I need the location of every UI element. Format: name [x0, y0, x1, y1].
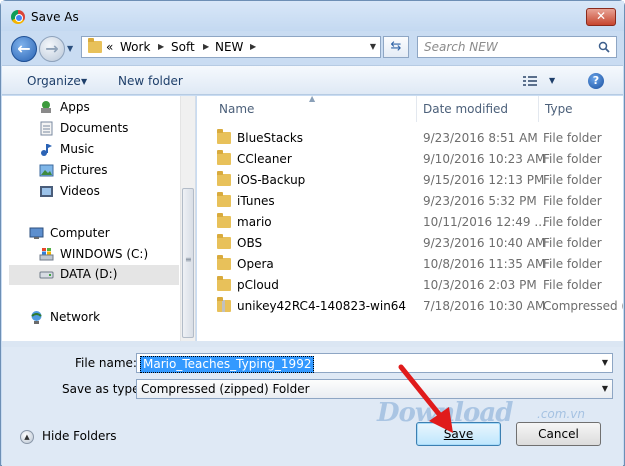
nav-scrollbar[interactable]: ≡	[180, 96, 195, 341]
nav-item-documents[interactable]: Documents	[39, 119, 179, 139]
chevron-up-icon: ▲	[20, 430, 34, 444]
window-title: Save As	[31, 10, 79, 24]
view-options-icon[interactable]	[523, 75, 537, 87]
nav-item-music[interactable]: Music	[39, 140, 179, 160]
documents-icon	[40, 121, 53, 136]
scrollbar-thumb[interactable]: ≡	[182, 188, 194, 338]
file-row[interactable]: pCloud 10/3/2016 2:03 PM File folder	[213, 275, 623, 296]
nav-item-windows-c[interactable]: WINDOWS (C:)	[39, 245, 179, 265]
new-folder-button[interactable]: New folder	[118, 74, 183, 88]
chevron-right-icon[interactable]: ▶	[250, 42, 256, 51]
windows-drive-icon	[39, 248, 54, 261]
forward-button[interactable]: →	[39, 36, 65, 62]
nav-item-apps[interactable]: Apps	[39, 98, 179, 118]
breadcrumb-new[interactable]: NEW	[215, 40, 243, 54]
nav-item-videos[interactable]: Videos	[39, 182, 179, 202]
watermark-domain: .com.vn	[537, 407, 585, 421]
chevron-down-icon[interactable]: ▼	[602, 358, 608, 367]
file-row[interactable]: BlueStacks 9/23/2016 8:51 AM File folder	[213, 128, 623, 149]
breadcrumb-work[interactable]: Work	[120, 40, 150, 54]
close-button[interactable]: ✕	[586, 8, 616, 26]
column-header-type[interactable]: Type	[539, 96, 623, 122]
videos-icon	[40, 186, 53, 197]
file-row[interactable]: CCleaner 9/10/2016 10:23 AM File folder	[213, 149, 623, 170]
search-icon[interactable]	[598, 41, 610, 53]
breadcrumb-soft[interactable]: Soft	[171, 40, 195, 54]
navigation-pane: Apps Documents Music Pictures Videos Com…	[2, 96, 196, 341]
help-icon[interactable]: ?	[588, 73, 604, 89]
red-arrow-annotation	[398, 364, 453, 433]
chrome-app-icon	[11, 10, 25, 24]
file-row[interactable]: iOS-Backup 9/15/2016 12:13 PM File folde…	[213, 170, 623, 191]
chevron-down-icon[interactable]: ▼	[81, 77, 87, 86]
command-toolbar: Organize ▼ New folder ▼ ?	[2, 65, 623, 95]
search-input[interactable]: Search NEW	[417, 36, 617, 58]
folder-icon	[217, 192, 231, 207]
save-type-select[interactable]: Compressed (zipped) Folder ▼	[136, 379, 613, 399]
folder-icon	[217, 129, 231, 144]
history-dropdown-icon[interactable]: ▼	[67, 44, 77, 54]
drive-icon	[39, 271, 54, 279]
save-type-label: Save as type:	[62, 382, 144, 396]
filename-label: File name:	[75, 356, 137, 370]
chevron-right-icon[interactable]: ▶	[203, 42, 209, 51]
save-as-dialog: Save As ✕ ← → ▼ « Work ▶ Soft ▶ NEW ▶ ▼ …	[0, 0, 625, 466]
nav-item-pictures[interactable]: Pictures	[39, 161, 179, 181]
filename-value: Mario_Teaches_Typing_1992	[140, 356, 315, 373]
network-icon	[31, 311, 42, 324]
pictures-icon	[39, 164, 54, 177]
column-header-name[interactable]: Name	[213, 96, 417, 122]
nav-item-data-d[interactable]: DATA (D:)	[9, 265, 179, 285]
file-row[interactable]: iTunes 9/23/2016 5:32 PM File folder	[213, 191, 623, 212]
chevron-down-icon[interactable]: ▼	[602, 384, 608, 393]
grip-icon: ≡	[185, 255, 192, 264]
folder-icon	[217, 213, 231, 228]
organize-button[interactable]: Organize	[27, 74, 81, 88]
folder-icon	[217, 276, 231, 291]
search-placeholder: Search NEW	[424, 40, 498, 54]
chevron-right-icon[interactable]: ▶	[158, 42, 164, 51]
breadcrumb-overflow[interactable]: «	[106, 40, 113, 54]
chevron-down-icon[interactable]: ▼	[549, 76, 555, 85]
folder-icon	[88, 38, 102, 53]
nav-item-computer[interactable]: Computer	[29, 224, 179, 244]
computer-icon	[29, 227, 44, 239]
address-dropdown-icon[interactable]: ▼	[370, 42, 376, 51]
file-list-pane: ▲ Name Date modified Type BlueStacks 9/2…	[197, 96, 623, 341]
save-options-panel: File name: Mario_Teaches_Typing_1992 ▼ S…	[2, 347, 623, 466]
folder-icon	[217, 234, 231, 249]
save-type-value: Compressed (zipped) Folder	[141, 382, 310, 396]
zip-folder-icon	[217, 297, 231, 312]
file-row[interactable]: Opera 10/8/2016 11:35 AM File folder	[213, 254, 623, 275]
nav-item-network[interactable]: Network	[29, 308, 179, 328]
file-row[interactable]: mario 10/11/2016 12:49 ... File folder	[213, 212, 623, 233]
cancel-button[interactable]: Cancel	[516, 422, 601, 446]
music-icon	[41, 144, 52, 156]
file-row[interactable]: OBS 9/23/2016 10:40 AM File folder	[213, 233, 623, 254]
title-bar: Save As ✕	[1, 1, 624, 31]
back-button[interactable]: ←	[11, 36, 37, 62]
apps-icon	[41, 101, 51, 113]
folder-icon	[217, 171, 231, 186]
refresh-button[interactable]: ⇆	[383, 36, 409, 58]
address-bar[interactable]: « Work ▶ Soft ▶ NEW ▶ ▼	[81, 36, 381, 58]
folder-icon	[217, 255, 231, 270]
column-header-date[interactable]: Date modified	[417, 96, 539, 122]
filename-input[interactable]: Mario_Teaches_Typing_1992 ▼	[136, 353, 613, 373]
folder-icon	[217, 150, 231, 165]
file-row[interactable]: unikey42RC4-140823-win64 7/18/2016 10:30…	[213, 296, 623, 317]
